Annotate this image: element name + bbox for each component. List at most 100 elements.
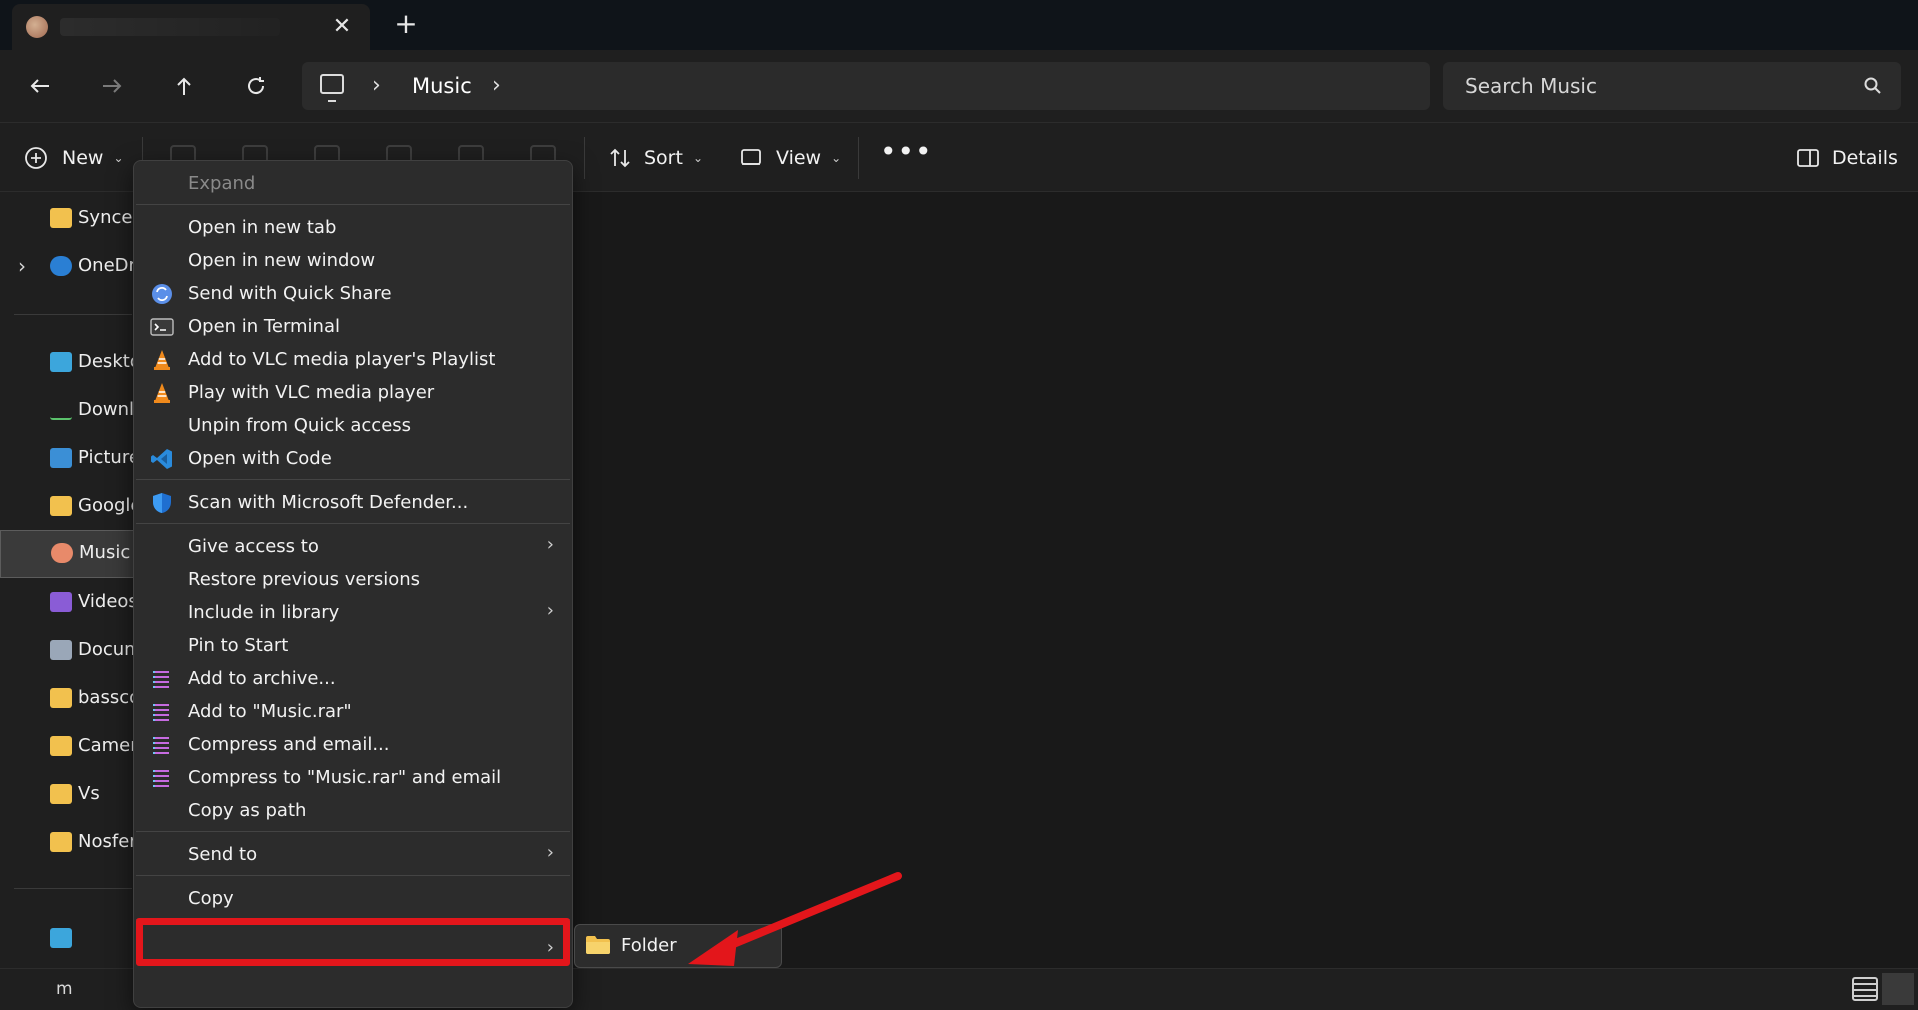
menu-item-include-library[interactable]: Include in library › (136, 596, 570, 629)
breadcrumb-music[interactable]: Music (412, 72, 472, 100)
sidebar-item-desktop[interactable]: Deskto (0, 340, 136, 384)
menu-item-copy[interactable]: Copy (136, 882, 570, 915)
view-icon (741, 149, 761, 165)
details-view-icon[interactable] (1852, 977, 1878, 1001)
tab-bar: ✕ + (0, 0, 1918, 50)
breadcrumb-separator[interactable]: › (492, 72, 501, 100)
folder-icon (50, 784, 72, 804)
folder-icon (50, 496, 72, 516)
sort-button[interactable]: Sort ⌄ (608, 141, 703, 175)
menu-item-pin-to-start[interactable]: Pin to Start (136, 629, 570, 662)
toolbar-divider (858, 137, 859, 179)
up-arrow-icon (177, 77, 191, 95)
search-placeholder[interactable]: Search Music (1465, 74, 1597, 98)
sidebar-item-pictures[interactable]: Picture (0, 436, 136, 480)
submenu-item-folder[interactable]: Folder (621, 935, 677, 956)
sidebar-item-camera[interactable]: Camera (0, 724, 136, 768)
music-icon (51, 543, 73, 563)
menu-item-scan-defender[interactable]: Scan with Microsoft Defender... (136, 486, 570, 519)
sidebar-item-downloads[interactable]: Downl (0, 388, 136, 432)
menu-item-unpin-quick-access[interactable]: Unpin from Quick access (136, 409, 570, 442)
navigation-pane: Synced › OneDri Deskto Downl Picture Goo… (0, 192, 136, 968)
sidebar-item-vs[interactable]: Vs (0, 772, 136, 816)
new-tab-button[interactable]: + (390, 9, 422, 41)
refresh-button[interactable] (236, 66, 276, 106)
chevron-down-icon: ⌄ (831, 151, 842, 165)
breadcrumb-separator[interactable]: › (372, 72, 381, 100)
terminal-icon (150, 318, 174, 336)
winrar-icon (153, 671, 169, 688)
menu-item-give-access[interactable]: Give access to › (136, 530, 570, 563)
chevron-right-icon[interactable]: › (18, 254, 26, 278)
menu-item-add-to-music-rar[interactable]: Add to "Music.rar" (136, 695, 570, 728)
chevron-right-icon: › (546, 534, 554, 555)
sort-icon (610, 148, 630, 168)
menu-item-vlc-playlist[interactable]: Add to VLC media player's Playlist (136, 343, 570, 376)
tab-title-blurred (60, 18, 280, 36)
menu-item-restore-versions[interactable]: Restore previous versions (136, 563, 570, 596)
search-icon (1864, 77, 1881, 94)
desktop-icon (50, 352, 72, 372)
sidebar-item-nosfer[interactable]: Nosfer (0, 820, 136, 864)
back-button[interactable] (20, 66, 60, 106)
more-options-button[interactable]: ••• (880, 138, 932, 175)
folder-icon (50, 208, 72, 228)
new-label: New (62, 147, 104, 169)
view-button[interactable]: View ⌄ (740, 141, 841, 175)
chevron-down-icon: ⌄ (692, 151, 704, 165)
annotation-highlight-box (136, 918, 570, 966)
context-menu: Expand Open in new tab Open in new windo… (133, 160, 573, 1008)
menu-item-copy-as-path[interactable]: Copy as path (136, 794, 570, 827)
music-folder-icon (26, 16, 48, 38)
this-pc-icon (50, 928, 72, 948)
forward-button[interactable] (92, 66, 132, 106)
menu-item-play-vlc[interactable]: Play with VLC media player (136, 376, 570, 409)
tab-music[interactable]: ✕ (12, 4, 370, 50)
vlc-cone-icon (154, 383, 170, 403)
onedrive-cloud-icon (50, 256, 72, 276)
this-pc-icon[interactable] (320, 74, 344, 102)
sidebar-item-videos[interactable]: Videos (0, 580, 136, 624)
menu-separator (136, 875, 570, 876)
annotation-arrow-icon (688, 872, 902, 966)
menu-item-compress-music-rar-email[interactable]: Compress to "Music.rar" and email (136, 761, 570, 794)
close-tab-button[interactable]: ✕ (328, 13, 356, 41)
menu-separator (136, 831, 570, 832)
new-button[interactable]: New ⌄ (24, 141, 124, 175)
up-button[interactable] (164, 66, 204, 106)
address-bar[interactable]: › Music › (302, 62, 1430, 110)
sidebar-item-synced[interactable]: Synced (0, 196, 136, 240)
details-button[interactable]: Details (1796, 141, 1898, 175)
sidebar-item-music[interactable]: Music (0, 530, 136, 578)
winrar-icon (153, 704, 169, 721)
menu-item-open-with-code[interactable]: Open with Code (136, 442, 570, 475)
sidebar-item-onedrive[interactable]: › OneDri (0, 244, 136, 288)
sidebar-divider (14, 314, 132, 315)
view-label: View (776, 147, 822, 169)
forward-arrow-icon (103, 79, 122, 93)
sidebar-item-bassco[interactable]: bassco (0, 676, 136, 720)
navigation-bar: › Music › Search Music (0, 50, 1918, 122)
sidebar-item-documents[interactable]: Docum (0, 628, 136, 672)
menu-item-expand[interactable]: Expand (136, 167, 570, 200)
sidebar-item-this-pc[interactable] (0, 916, 136, 960)
quick-share-icon (152, 284, 172, 304)
menu-item-compress-email[interactable]: Compress and email... (136, 728, 570, 761)
folder-icon (50, 688, 72, 708)
vscode-icon (151, 449, 172, 469)
sidebar-item-google[interactable]: Google (0, 484, 136, 528)
defender-shield-icon (153, 493, 171, 513)
winrar-icon (153, 770, 169, 787)
menu-item-open-new-window[interactable]: Open in new window (136, 244, 570, 277)
menu-item-add-to-archive[interactable]: Add to archive... (136, 662, 570, 695)
menu-item-send-to[interactable]: Send to › (136, 838, 570, 871)
file-explorer-window: ✕ + › Music › Search Music New ⌄ Sort ⌄ … (0, 0, 1918, 1010)
menu-item-open-terminal[interactable]: Open in Terminal (136, 310, 570, 343)
folder-icon (50, 832, 72, 852)
menu-item-quick-share[interactable]: Send with Quick Share (136, 277, 570, 310)
menu-item-open-new-tab[interactable]: Open in new tab (136, 211, 570, 244)
plus-circle-icon (25, 147, 47, 169)
tiles-view-icon[interactable] (1882, 973, 1914, 1005)
menu-separator (136, 479, 570, 480)
search-box[interactable]: Search Music (1443, 62, 1901, 110)
